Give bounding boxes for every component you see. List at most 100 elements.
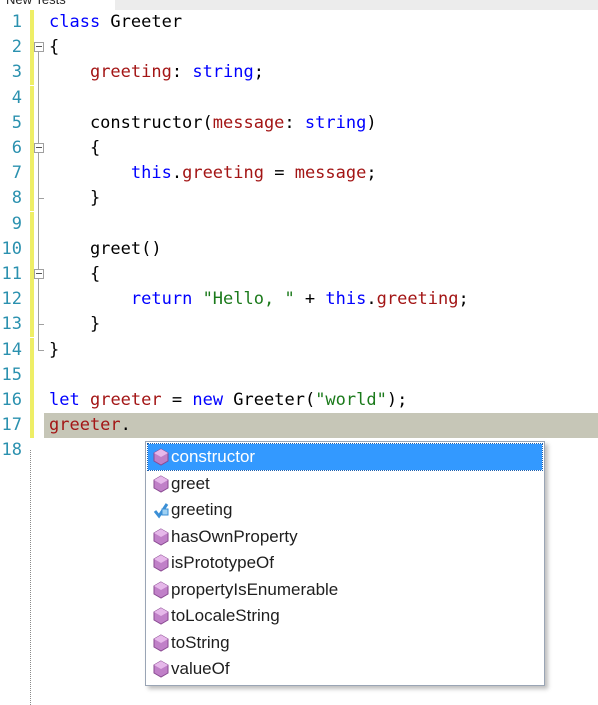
code-line[interactable]: 17 greeter. bbox=[0, 413, 598, 439]
change-indicator bbox=[30, 287, 34, 313]
code-line[interactable]: 14} bbox=[0, 337, 598, 363]
tab-bar-background bbox=[115, 0, 598, 10]
code-text: greeter. bbox=[49, 414, 131, 437]
code-token: new bbox=[192, 390, 224, 410]
completion-list[interactable]: constructor greet greeting hasOwnProperty is… bbox=[145, 441, 545, 686]
outline-end-tick bbox=[38, 349, 44, 351]
code-token: string bbox=[192, 62, 254, 83]
completion-item-valueof[interactable]: valueOf bbox=[148, 656, 542, 682]
outline-end-tick bbox=[38, 324, 44, 326]
change-indicator bbox=[30, 110, 34, 136]
collapse-toggle[interactable] bbox=[34, 269, 44, 279]
document-tab[interactable]: New Tests bbox=[0, 0, 72, 9]
code-token: { bbox=[49, 264, 101, 284]
code-line[interactable]: 9 bbox=[0, 211, 598, 237]
code-line[interactable]: 1 class Greeter bbox=[0, 10, 598, 35]
code-token: = bbox=[161, 390, 193, 410]
collapse-toggle[interactable] bbox=[34, 42, 44, 53]
code-text: { bbox=[49, 137, 100, 160]
code-token: : bbox=[284, 112, 305, 133]
code-text: constructor(message: string) bbox=[49, 112, 377, 135]
code-line[interactable]: 6 { bbox=[0, 136, 598, 161]
completion-item-tolocalestring[interactable]: toLocaleString bbox=[148, 603, 542, 629]
code-token: greeter bbox=[49, 415, 121, 436]
code-token: ); bbox=[386, 390, 408, 410]
method-icon bbox=[153, 527, 169, 546]
code-token: string bbox=[304, 112, 367, 133]
code-line[interactable]: 5 constructor(message: string) bbox=[0, 110, 598, 136]
collapse-toggle[interactable] bbox=[34, 143, 44, 153]
completion-item-constructor[interactable]: constructor bbox=[147, 443, 543, 471]
code-line[interactable]: 2{ bbox=[0, 35, 598, 61]
code-line[interactable]: 8 } bbox=[0, 186, 598, 212]
line-number: 16 bbox=[1, 390, 22, 410]
change-indicator bbox=[30, 211, 34, 237]
completion-item-label: valueOf bbox=[171, 659, 230, 678]
code-token: } bbox=[49, 314, 101, 335]
code-text: return "Hello, " + this.greeting; bbox=[49, 288, 469, 311]
code-line[interactable]: 4 bbox=[0, 85, 598, 111]
completion-item-tostring[interactable]: toString bbox=[148, 630, 542, 656]
change-indicator bbox=[30, 337, 34, 363]
code-line[interactable]: 11 { bbox=[0, 262, 598, 287]
code-token: this bbox=[325, 289, 367, 310]
change-indicator bbox=[30, 362, 34, 388]
code-token: ) bbox=[366, 112, 377, 133]
completion-item-hasownproperty[interactable]: hasOwnProperty bbox=[148, 524, 542, 550]
line-number: 10 bbox=[1, 238, 22, 259]
line-number: 15 bbox=[1, 364, 22, 385]
line-number: 2 bbox=[11, 37, 22, 58]
code-token: return bbox=[130, 289, 193, 310]
code-token: { bbox=[49, 138, 101, 158]
code-line[interactable]: 13 } bbox=[0, 312, 598, 338]
line-number: 11 bbox=[1, 264, 22, 284]
code-line[interactable]: 10 greet() bbox=[0, 236, 598, 262]
code-token: } bbox=[49, 339, 60, 360]
change-indicator bbox=[30, 10, 34, 35]
change-indicator bbox=[30, 186, 34, 212]
code-token: Greeter bbox=[100, 12, 183, 32]
method-icon bbox=[153, 660, 169, 678]
indent-guide bbox=[30, 450, 31, 705]
code-line[interactable]: 3 greeting: string; bbox=[0, 60, 598, 86]
line-number: 1 bbox=[11, 12, 22, 32]
change-indicator bbox=[30, 388, 34, 413]
completion-item-isprototypeof[interactable]: isPrototypeOf bbox=[148, 550, 542, 576]
code-line[interactable]: 7 this.greeting = message; bbox=[0, 161, 598, 187]
line-number: 7 bbox=[11, 163, 22, 184]
code-token: greeter bbox=[89, 390, 162, 410]
method-icon bbox=[153, 448, 169, 466]
code-line[interactable]: 15 bbox=[0, 362, 598, 388]
code-text: class Greeter bbox=[49, 11, 182, 34]
change-indicator bbox=[30, 236, 34, 262]
code-token: . bbox=[171, 163, 183, 184]
change-indicator bbox=[30, 60, 34, 86]
completion-item-greeting[interactable]: greeting bbox=[148, 497, 542, 523]
code-text: { bbox=[49, 263, 100, 286]
code-token: "Hello, " bbox=[202, 289, 295, 310]
completion-item-propertyisenumerable[interactable]: propertyIsEnumerable bbox=[148, 577, 542, 603]
code-token: "world" bbox=[315, 390, 387, 410]
code-token: message bbox=[294, 163, 367, 184]
method-icon bbox=[153, 580, 169, 599]
completion-item-greet[interactable]: greet bbox=[148, 471, 542, 497]
completion-item-label: toString bbox=[171, 632, 230, 652]
line-number: 5 bbox=[11, 112, 22, 133]
code-token: Greeter( bbox=[223, 390, 316, 410]
code-line[interactable]: 12 return "Hello, " + this.greeting; bbox=[0, 287, 598, 313]
method-icon bbox=[153, 633, 169, 652]
code-line[interactable]: 16 let greeter = new Greeter("world"); bbox=[0, 388, 598, 413]
property-icon bbox=[153, 501, 169, 519]
code-token: } bbox=[49, 188, 101, 209]
code-text: let greeter = new Greeter("world"); bbox=[49, 389, 407, 412]
completion-item-label: propertyIsEnumerable bbox=[171, 579, 339, 599]
code-token: ; bbox=[366, 163, 377, 184]
method-icon bbox=[153, 554, 169, 572]
change-indicator bbox=[30, 85, 34, 111]
line-number: 18 bbox=[1, 440, 22, 461]
completion-item-label: constructor bbox=[171, 447, 256, 466]
